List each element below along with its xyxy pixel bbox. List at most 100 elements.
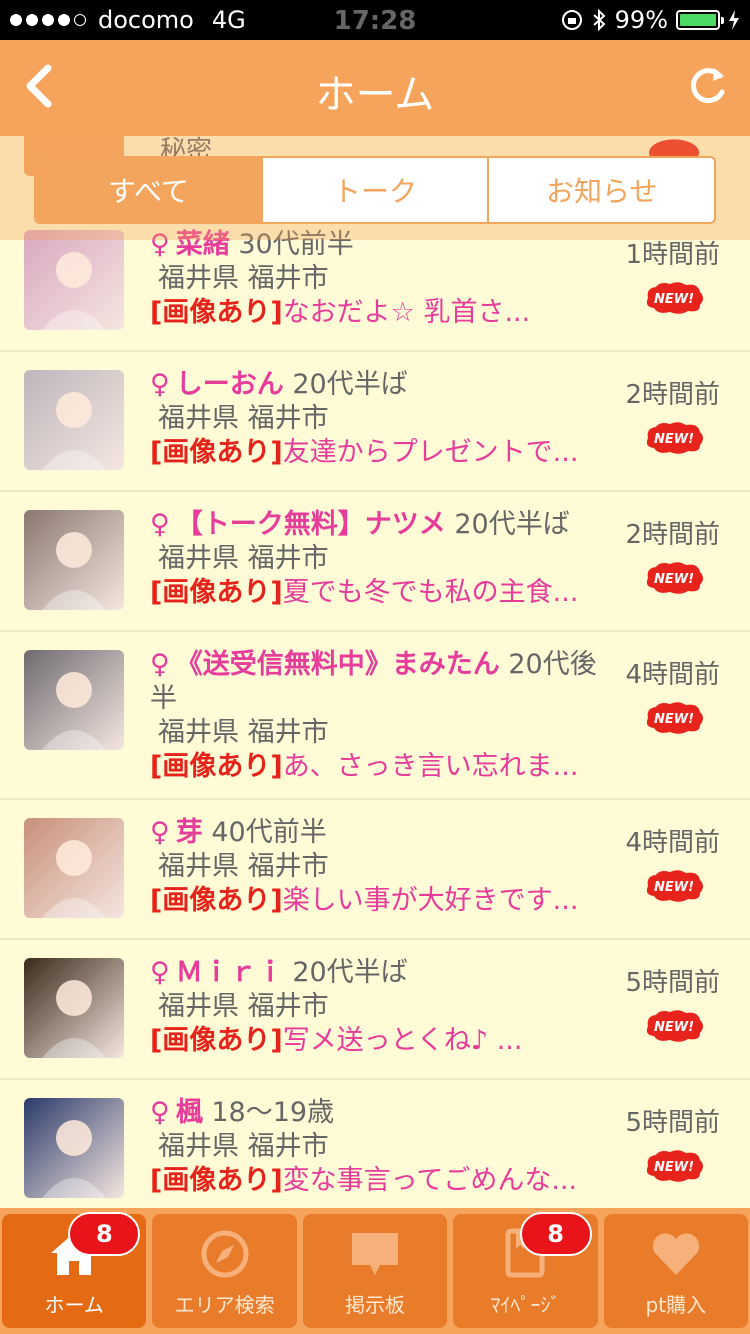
avatar[interactable] — [24, 370, 124, 470]
post-time: 5時間前 — [625, 968, 720, 998]
post-time: 2時間前 — [625, 380, 720, 410]
user-location: 福井県 福井市 — [158, 851, 329, 882]
list-item[interactable]: ♀ 《送受信無料中》まみたん 20代後半 福井県 福井市 [画像あり]あ、さっき言い忘… — [0, 632, 750, 800]
message-text: 友達からプレゼントで... — [282, 437, 579, 468]
avatar[interactable] — [24, 510, 124, 610]
tab-area-search[interactable]: エリア検索 — [152, 1214, 297, 1328]
rotation-lock-icon — [561, 10, 582, 30]
nav-bar: ホーム — [0, 40, 750, 136]
name-line: ♀ しーおん 20代半ば — [150, 368, 600, 402]
new-badge-icon: NEW! — [646, 1150, 703, 1182]
list-item[interactable]: ♀ Ｍｉｒｉ 20代半ば 福井県 福井市 [画像あり]写メ送っとくね♪ ... 5時間前… — [0, 940, 750, 1080]
user-age: 20代半ば — [454, 509, 570, 540]
female-symbol: ♀ — [150, 817, 170, 848]
item-info: ♀ しーおん 20代半ば 福井県 福井市 [画像あり]友達からプレゼントで... — [150, 368, 600, 470]
segment-notice[interactable]: お知らせ — [487, 158, 714, 222]
user-location: 福井県 福井市 — [158, 403, 329, 434]
user-age: 20代半ば — [292, 957, 408, 988]
post-time: 4時間前 — [625, 828, 720, 858]
user-name: 《送受信無料中》まみたん — [175, 649, 500, 680]
battery-icon — [676, 10, 724, 30]
image-tag: [画像あり] — [150, 437, 283, 468]
segment-talk[interactable]: トーク — [260, 158, 488, 222]
post-time: 2時間前 — [625, 520, 720, 550]
name-line: ♀ 【トーク無料】ナツメ 20代半ば — [150, 508, 600, 542]
tab-home-label: ホーム — [44, 1293, 104, 1317]
message-text: 楽しい事が大好きです... — [282, 885, 579, 916]
message-preview: [画像あり]あ、さっき言い忘れま... — [150, 750, 600, 784]
message-text: 変な事言ってごめんな... — [282, 1165, 578, 1196]
svg-text:NEW!: NEW! — [654, 572, 694, 587]
avatar[interactable] — [24, 230, 124, 330]
status-bar: docomo 4G 17:28 99% — [0, 0, 750, 40]
message-text: なおだよ☆ 乳首さ... — [282, 297, 531, 328]
segment-all[interactable]: すべて — [36, 158, 261, 222]
user-location: 福井県 福井市 — [158, 991, 329, 1022]
item-info: ♀ 芽 40代前半 福井県 福井市 [画像あり]楽しい事が大好きです... — [150, 816, 600, 918]
svg-text:NEW!: NEW! — [654, 432, 694, 447]
svg-text:NEW!: NEW! — [654, 1020, 694, 1035]
list-item[interactable]: ♀ 楓 18～19歳 福井県 福井市 [画像あり]変な事言ってごめんな... 5時間前 N… — [0, 1080, 750, 1220]
item-info: ♀ 【トーク無料】ナツメ 20代半ば 福井県 福井市 [画像あり]夏でも冬でも私の主食… — [150, 508, 600, 610]
tab-pt-purchase[interactable]: pt購入 — [603, 1214, 749, 1328]
compass-icon — [201, 1230, 249, 1278]
item-info: ♀ 楓 18～19歳 福井県 福井市 [画像あり]変な事言ってごめんな... — [150, 1096, 600, 1198]
message-preview: [画像あり]友達からプレゼントで... — [150, 436, 600, 470]
user-name: Ｍｉｒｉ — [175, 957, 284, 988]
avatar[interactable] — [24, 650, 124, 750]
message-text: 写メ送っとくね♪ ... — [282, 1025, 523, 1056]
message-preview: [画像あり]夏でも冬でも私の主食... — [150, 576, 600, 610]
user-location: 福井県 福井市 — [158, 263, 329, 294]
tab-home[interactable]: ホーム 8 — [2, 1212, 147, 1328]
segmented-control: すべて トーク お知らせ — [34, 156, 716, 224]
page-title: ホーム — [315, 72, 435, 118]
avatar[interactable] — [24, 818, 124, 918]
name-line: ♀ 楓 18～19歳 — [150, 1096, 600, 1130]
new-badge-icon: NEW! — [646, 1010, 703, 1042]
list-item[interactable]: ♀ 芽 40代前半 福井県 福井市 [画像あり]楽しい事が大好きです... 4時間前 NE… — [0, 800, 750, 940]
image-tag: [画像あり] — [150, 1165, 283, 1196]
tab-board-label: 掲示板 — [345, 1293, 406, 1317]
image-tag: [画像あり] — [150, 1025, 283, 1056]
chat-bubble-icon — [352, 1233, 399, 1275]
new-badge-icon: NEW! — [646, 282, 703, 314]
new-badge-icon: NEW! — [646, 702, 703, 734]
user-name: 楓 — [175, 1097, 203, 1128]
user-name: 【トーク無料】ナツメ — [175, 509, 446, 540]
refresh-icon[interactable] — [686, 62, 730, 110]
status-right: 99% — [561, 6, 740, 34]
tab-bar: ホーム 8 エリア検索 掲示板 ﾏｲﾍﾟｰｼﾞ 8 pt購入 — [0, 1208, 750, 1334]
tab-board[interactable]: 掲示板 — [302, 1214, 448, 1328]
user-location: 福井県 福井市 — [158, 543, 329, 574]
user-location: 福井県 福井市 — [158, 717, 329, 748]
post-time: 5時間前 — [625, 1108, 720, 1138]
name-line: ♀ 《送受信無料中》まみたん 20代後半 — [150, 648, 600, 716]
user-location: 福井県 福井市 — [158, 1131, 329, 1162]
avatar[interactable] — [24, 1098, 124, 1198]
item-info: ♀ 《送受信無料中》まみたん 20代後半 福井県 福井市 [画像あり]あ、さっき言い忘… — [150, 648, 600, 784]
female-symbol: ♀ — [150, 649, 170, 680]
female-symbol: ♀ — [150, 369, 170, 400]
message-text: あ、さっき言い忘れま... — [282, 751, 579, 782]
svg-text:NEW!: NEW! — [654, 292, 694, 307]
image-tag: [画像あり] — [150, 577, 283, 608]
mypage-badge: 8 — [519, 1212, 592, 1256]
tab-mypage[interactable]: ﾏｲﾍﾟｰｼﾞ 8 — [453, 1212, 598, 1328]
svg-text:NEW!: NEW! — [654, 712, 694, 727]
svg-text:NEW!: NEW! — [654, 880, 694, 895]
list-item[interactable]: ♀ 【トーク無料】ナツメ 20代半ば 福井県 福井市 [画像あり]夏でも冬でも私の主食… — [0, 492, 750, 632]
name-line: ♀ Ｍｉｒｉ 20代半ば — [150, 956, 600, 990]
avatar[interactable] — [24, 958, 124, 1058]
female-symbol: ♀ — [150, 1097, 170, 1128]
list-item[interactable]: ♀ しーおん 20代半ば 福井県 福井市 [画像あり]友達からプレゼントで... 2時間… — [0, 352, 750, 492]
new-badge-icon: NEW! — [646, 870, 703, 902]
new-badge-icon: NEW! — [646, 422, 703, 454]
user-age: 40代前半 — [211, 817, 327, 848]
item-info: ♀ Ｍｉｒｉ 20代半ば 福井県 福井市 [画像あり]写メ送っとくね♪ ... — [150, 956, 600, 1058]
message-preview: [画像あり]写メ送っとくね♪ ... — [150, 1024, 600, 1058]
image-tag: [画像あり] — [150, 297, 283, 328]
image-tag: [画像あり] — [150, 751, 283, 782]
message-preview: [画像あり]なおだよ☆ 乳首さ... — [150, 296, 600, 330]
new-badge-icon: NEW! — [646, 562, 703, 594]
heart-icon — [652, 1233, 699, 1275]
